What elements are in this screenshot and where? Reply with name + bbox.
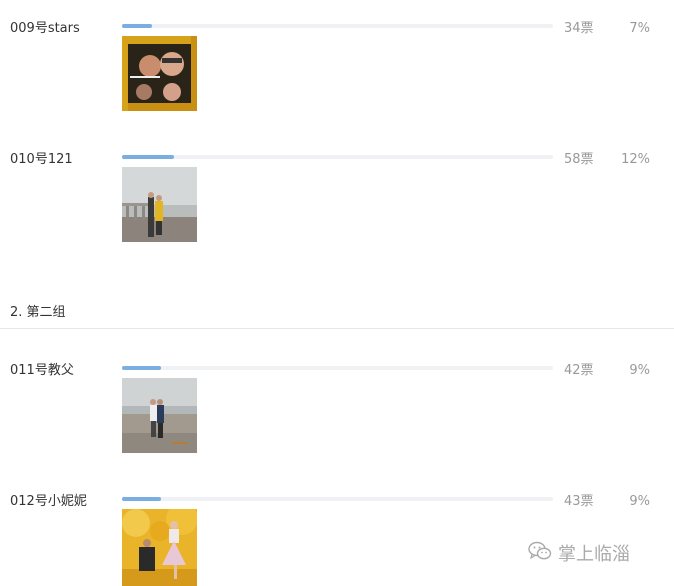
vote-count: 34票: [564, 21, 594, 36]
entry-name: 010号121: [10, 152, 73, 167]
entry-photo[interactable]: [122, 378, 197, 453]
vote-progress-fill: [122, 497, 161, 501]
vote-progress-fill: [122, 366, 161, 370]
account-watermark: 掌上临淄: [528, 540, 630, 566]
entry-photo[interactable]: [122, 509, 197, 586]
entry-photo[interactable]: [122, 36, 197, 111]
vote-percent: 9%: [629, 363, 650, 378]
entry-name: 009号stars: [10, 21, 80, 36]
vote-count: 42票: [564, 363, 594, 378]
vote-progress-bar: [122, 366, 553, 370]
entry-name: 012号小妮妮: [10, 494, 87, 509]
group-divider: [0, 328, 674, 329]
vote-percent: 12%: [621, 152, 650, 167]
vote-percent: 9%: [629, 494, 650, 509]
entry-name: 011号教父: [10, 363, 74, 378]
group-title: 2. 第二组: [10, 305, 66, 320]
vote-percent: 7%: [629, 21, 650, 36]
vote-progress-bar: [122, 24, 553, 28]
watermark-text: 掌上临淄: [558, 544, 630, 565]
vote-progress-bar: [122, 155, 553, 159]
entry-photo[interactable]: [122, 167, 197, 242]
vote-progress-fill: [122, 155, 174, 159]
vote-progress-fill: [122, 24, 153, 28]
vote-count: 58票: [564, 152, 594, 167]
wechat-icon: [528, 541, 558, 566]
vote-progress-bar: [122, 497, 553, 501]
vote-count: 43票: [564, 494, 594, 509]
